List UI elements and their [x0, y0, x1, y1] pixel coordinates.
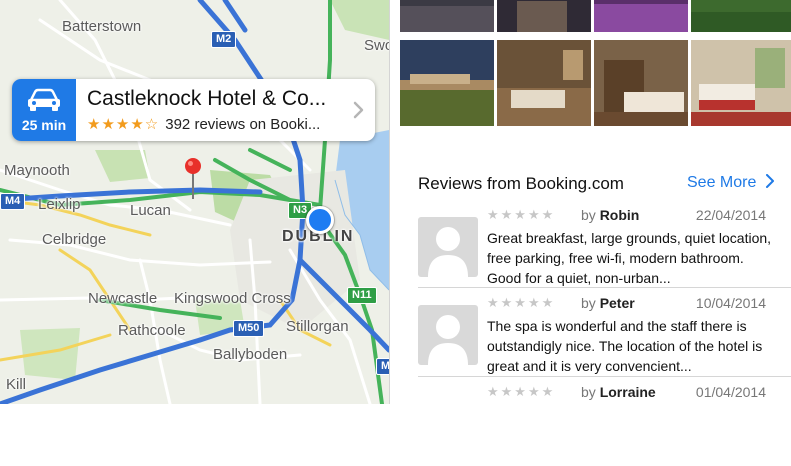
place-label-stillorgan: Stillorgan	[286, 318, 349, 335]
hotel-photo-8[interactable]	[691, 40, 791, 126]
review-author-name: Robin	[599, 207, 640, 223]
review-date: 22/04/2014	[695, 207, 766, 223]
eta-label: 25 min	[21, 117, 67, 133]
chevron-right-icon[interactable]	[346, 79, 375, 141]
place-label-ballyboden: Ballyboden	[213, 346, 288, 363]
review-author-name: Lorraine	[599, 384, 656, 400]
avatar-placeholder-icon	[418, 305, 478, 365]
review-author: by Robin	[581, 207, 639, 223]
hotel-photo-3[interactable]	[594, 0, 688, 32]
review-stars: ★★★★★	[487, 207, 556, 222]
review-author: by Lorraine	[581, 384, 656, 400]
avatar-placeholder-icon	[418, 217, 478, 277]
review-date: 01/04/2014	[695, 384, 766, 400]
review-by-prefix: by	[581, 207, 596, 223]
place-label-batterstown: Batterstown	[62, 18, 142, 35]
divider	[418, 287, 791, 288]
place-label-newcastle: Newcastle	[88, 290, 158, 307]
place-label-maynooth: Maynooth	[4, 162, 70, 179]
review-text: The spa is wonderful and the staff there…	[487, 318, 763, 374]
road-shield-n11: N11	[347, 287, 377, 304]
hotel-photo-4[interactable]	[691, 0, 791, 32]
place-label-lucan: Lucan	[130, 202, 171, 219]
hotel-photo-2[interactable]	[497, 0, 591, 32]
reviews-heading: Reviews from Booking.com	[418, 174, 624, 193]
review-item[interactable]: ★★★★★ by Lorraine 01/04/2014	[418, 380, 791, 466]
review-stars: ★★★★★	[487, 384, 556, 399]
review-author: by Peter	[581, 295, 635, 311]
rating-stars: ★★★★☆	[87, 116, 160, 133]
see-more-label: See More	[687, 174, 757, 191]
map-view[interactable]: Batterstown Maynooth Leixlip Lucan Celbr…	[0, 0, 389, 404]
place-label-kingswood-cross: Kingswood Cross	[174, 290, 291, 307]
detail-panel: Reviews from Booking.com See More ★★★★★ …	[389, 0, 791, 404]
review-date: 10/04/2014	[695, 295, 766, 311]
review-by-prefix: by	[581, 295, 596, 311]
hotel-photo-6[interactable]	[497, 40, 591, 126]
drive-directions-button[interactable]: 25 min	[12, 79, 76, 141]
place-label-swords-partial: Swo	[364, 37, 389, 54]
car-icon	[28, 88, 60, 111]
place-label-rathcoole: Rathcoole	[118, 322, 186, 339]
review-count: 392 reviews on Booki...	[165, 116, 321, 133]
review-by-prefix: by	[581, 384, 596, 400]
place-label-leixlip: Leixlip	[38, 196, 81, 213]
place-label-celbridge: Celbridge	[42, 231, 107, 248]
chevron-right-icon	[765, 174, 774, 188]
road-shield-m4: M4	[0, 193, 26, 210]
review-item[interactable]: ★★★★★ by Peter 10/04/2014 The spa is won…	[418, 291, 791, 377]
see-more-button[interactable]: See More	[687, 174, 775, 192]
hotel-photo-1[interactable]	[400, 0, 494, 32]
review-stars: ★★★★★	[487, 295, 556, 310]
place-label-kill-partial: Kill	[6, 376, 27, 393]
rating-summary: ★★★★☆ 392 reviews on Booki...	[87, 115, 320, 133]
review-text: Great breakfast, large grounds, quiet lo…	[487, 230, 772, 286]
divider	[418, 376, 791, 377]
review-author-name: Peter	[599, 295, 635, 311]
hotel-photo-7[interactable]	[594, 40, 688, 126]
road-shield-m11-partial: M	[376, 358, 389, 375]
hotel-photo-5[interactable]	[400, 40, 494, 126]
place-callout[interactable]: 25 min Castleknock Hotel & Co... ★★★★☆ 39…	[12, 79, 375, 141]
road-shield-m50: M50	[233, 320, 265, 337]
current-location-dot	[306, 206, 334, 234]
place-title: Castleknock Hotel & Co...	[87, 87, 327, 110]
review-item[interactable]: ★★★★★ by Robin 22/04/2014 Great breakfas…	[418, 203, 791, 289]
road-shield-m2: M2	[211, 31, 237, 48]
